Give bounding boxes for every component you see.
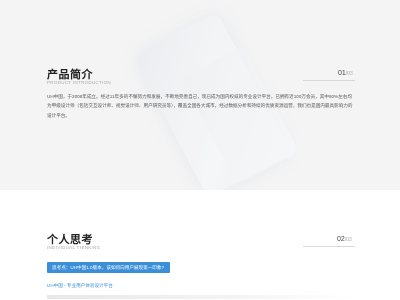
- thinking-point-banner: 思考点：UH中国1.0版本，该如何向用户展现第一印象?: [47, 262, 170, 273]
- section-index: 01: [338, 70, 346, 77]
- thinking-link[interactable]: UH中国 - 专业用户体验设计平台: [47, 283, 113, 289]
- intro-paragraph: UH中国，于2008年成立。经过11年多的不懈努力和发展，不断地完善自己，现已成…: [47, 94, 353, 118]
- section-divider: [303, 246, 355, 247]
- section-number: 01/03: [338, 70, 353, 77]
- section-subtitle: PRODUCT INTRODUCTION: [47, 80, 111, 85]
- section-divider: [303, 80, 355, 81]
- section-total: /03: [344, 237, 352, 243]
- section-number: 02/03: [337, 236, 352, 243]
- page: 产品简介 PRODUCT INTRODUCTION 01/03 UH中国，于20…: [0, 0, 400, 300]
- section-index: 02: [337, 236, 345, 243]
- product-intro-section: 产品简介 PRODUCT INTRODUCTION 01/03 UH中国，于20…: [0, 0, 400, 190]
- blurred-text-line: [47, 295, 355, 299]
- section-subtitle: INDIVIDUAL THINKING: [47, 245, 101, 250]
- section-total: /03: [345, 71, 353, 77]
